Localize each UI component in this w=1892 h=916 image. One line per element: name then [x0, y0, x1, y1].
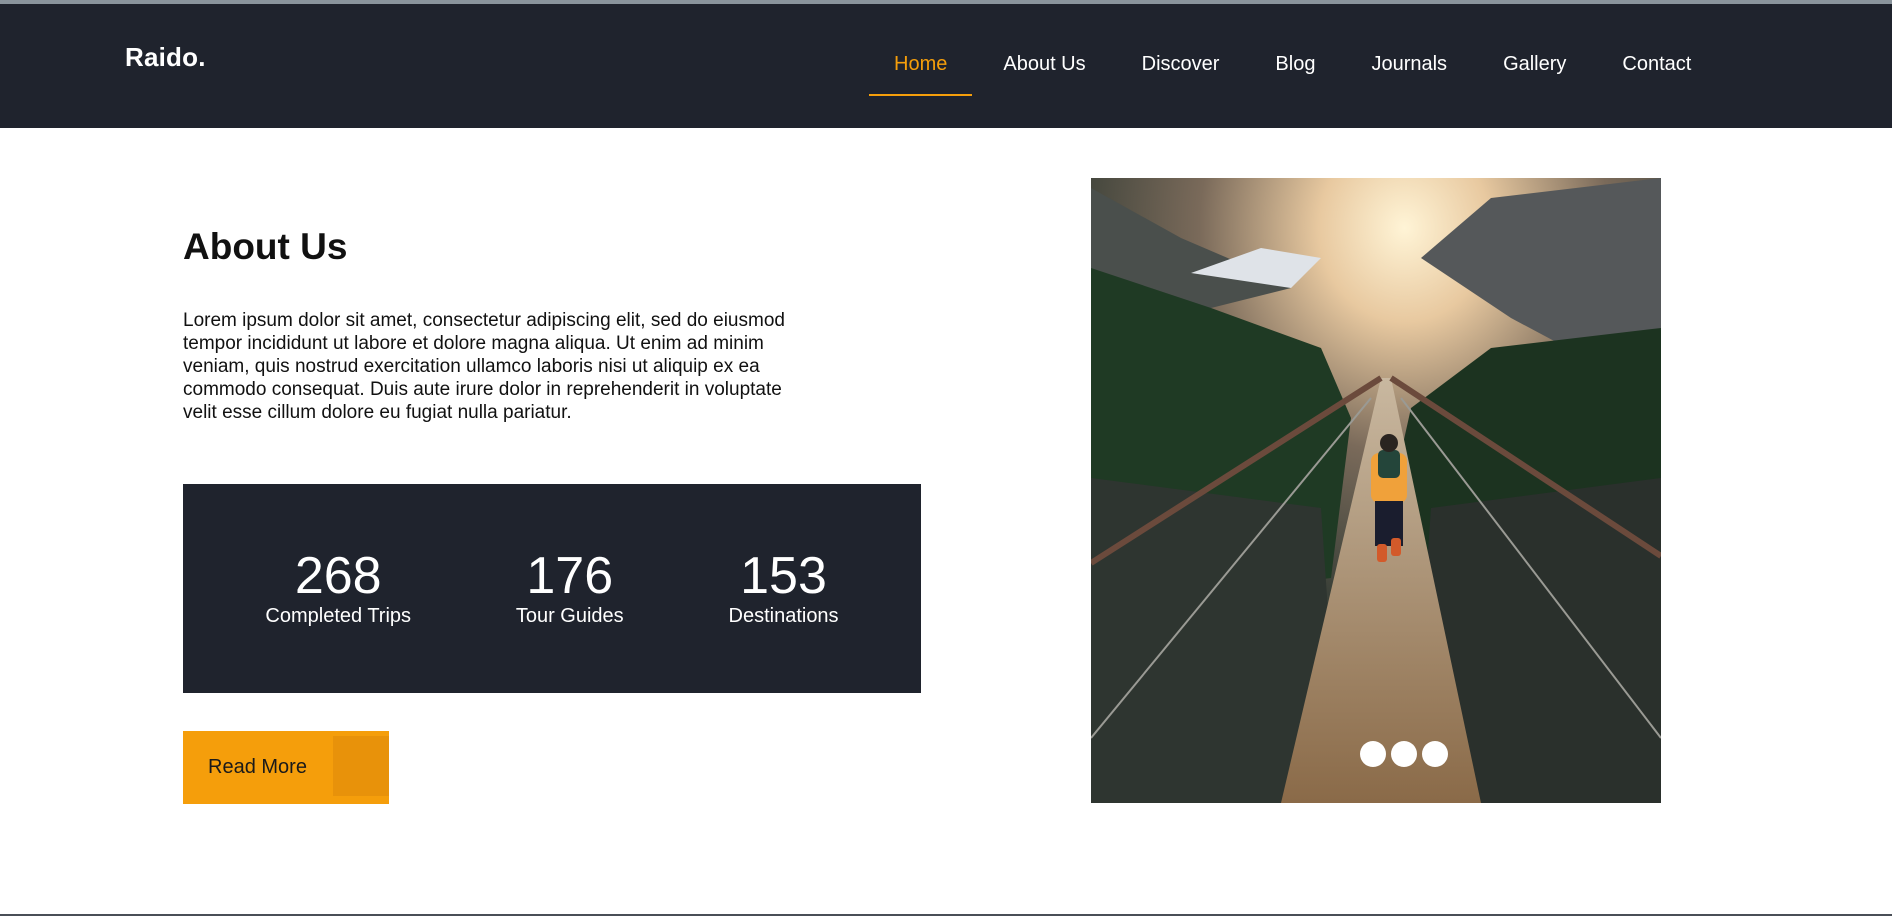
nav-item-gallery[interactable]: Gallery [1478, 53, 1591, 96]
stat-label: Completed Trips [265, 605, 412, 627]
read-more-label: Read More [208, 756, 307, 778]
stat-label: Tour Guides [515, 605, 624, 627]
hero-photo [1091, 178, 1661, 803]
nav-item-blog[interactable]: Blog [1250, 53, 1340, 96]
stat-destinations: 153 Destinations [729, 549, 839, 628]
read-more-button[interactable]: Read More [183, 731, 389, 804]
nav-item-discover[interactable]: Discover [1117, 53, 1245, 96]
carousel-dots [1360, 741, 1448, 767]
stats-panel: 268 Completed Trips 176 Tour Guides 153 … [183, 484, 921, 693]
hiker-bridge-illustration [1091, 178, 1661, 803]
stat-value: 176 [526, 547, 614, 605]
about-title: About Us [183, 226, 348, 267]
about-text: Lorem ipsum dolor sit amet, consectetur … [183, 310, 785, 423]
stat-completed-trips: 268 Completed Trips [265, 549, 411, 628]
nav-item-journals[interactable]: Journals [1346, 53, 1472, 96]
carousel-dot-3[interactable] [1422, 741, 1448, 767]
stat-value: 268 [294, 547, 382, 605]
navbar: Raido. Home About Us Discover Blog Journ… [0, 4, 1892, 128]
read-more-accent-block [333, 736, 389, 796]
stat-tour-guides: 176 Tour Guides [516, 549, 624, 628]
carousel-dot-2[interactable] [1391, 741, 1417, 767]
brand-logo[interactable]: Raido. [125, 42, 206, 73]
main-nav: Home About Us Discover Blog Journals Gal… [869, 53, 1722, 96]
nav-item-about-us[interactable]: About Us [978, 53, 1110, 96]
stat-value: 153 [740, 547, 827, 605]
stat-label: Destinations [728, 605, 839, 627]
nav-item-home[interactable]: Home [869, 53, 973, 96]
nav-item-contact[interactable]: Contact [1597, 53, 1716, 96]
carousel-dot-1[interactable] [1360, 741, 1386, 767]
